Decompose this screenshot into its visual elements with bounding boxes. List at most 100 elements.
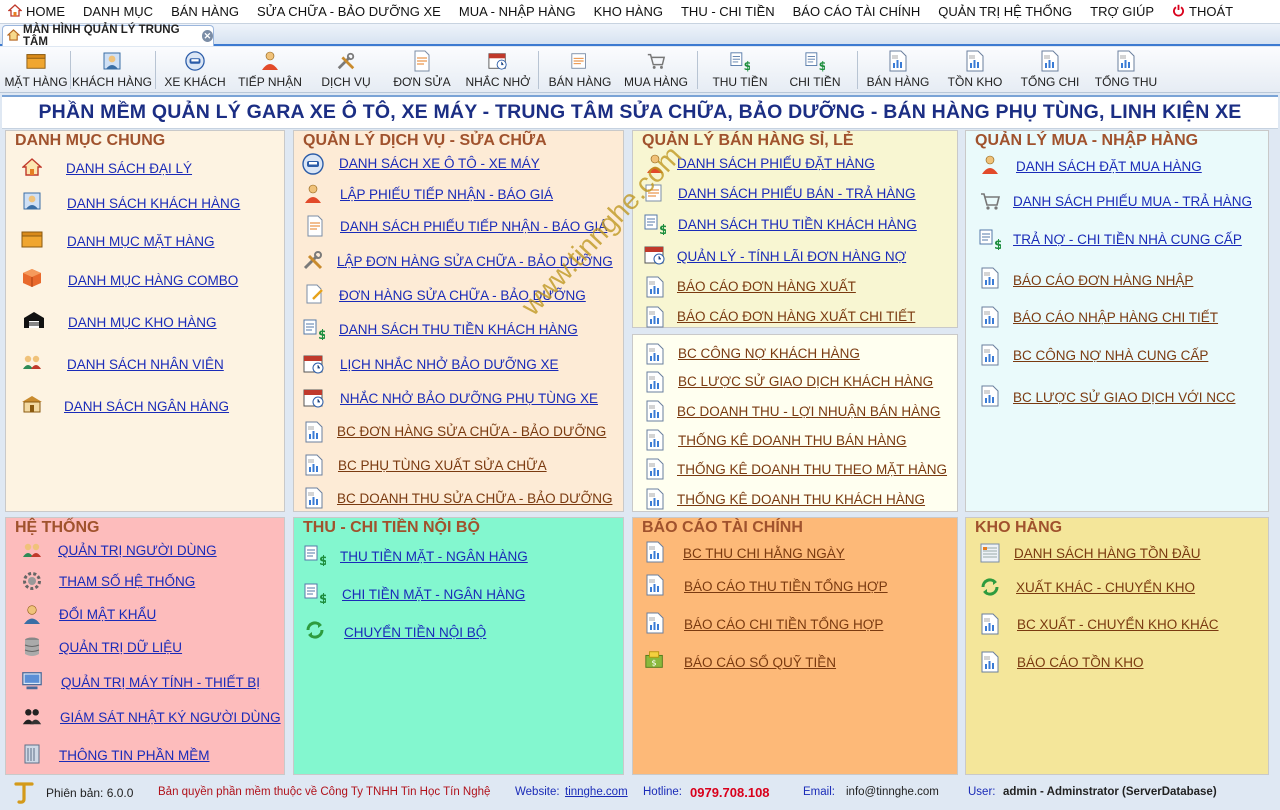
toolbar-nhac-nho-button[interactable]: NHẮC NHỞ: [458, 47, 538, 93]
link-label[interactable]: BÁO CÁO ĐƠN HÀNG XUẤT CHI TIẾT: [677, 309, 915, 324]
link-label[interactable]: DANH SÁCH PHIẾU TIẾP NHẬN - BÁO GIÁ: [340, 219, 607, 234]
menu-mua-nhap[interactable]: MUA - NHẬP HÀNG: [450, 0, 585, 24]
receptionist-icon: [644, 153, 666, 175]
link-label[interactable]: DANH SÁCH XE Ô TÔ - XE MÁY: [339, 156, 540, 171]
toolbar-bao-cao-ban-hang-button[interactable]: BÁN HÀNG: [858, 47, 938, 93]
link-label[interactable]: BÁO CÁO SỔ QUỸ TIỀN: [684, 655, 836, 670]
menu-thoat[interactable]: THOÁT: [1163, 0, 1242, 24]
toolbar-tong-thu-button[interactable]: TỔNG THU: [1086, 47, 1166, 93]
svg-text:$: $: [819, 59, 825, 72]
svg-text:$: $: [651, 658, 656, 668]
link-label[interactable]: GIÁM SÁT NHẬT KÝ NGƯỜI DÙNG: [60, 710, 281, 725]
toolbar-ban-hang-button[interactable]: BÁN HÀNG: [540, 47, 620, 93]
link-label[interactable]: BC XUẤT - CHUYỂN KHO KHÁC: [1017, 617, 1219, 632]
link-label[interactable]: QUẢN TRỊ DỮ LIỆU: [59, 640, 182, 655]
link-label[interactable]: BÁO CÁO ĐƠN HÀNG XUẤT: [677, 279, 856, 294]
link-label[interactable]: LẬP PHIẾU TIẾP NHẬN - BÁO GIÁ: [340, 187, 553, 202]
toolbar-mat-hang-button[interactable]: MẶT HÀNG: [0, 47, 76, 93]
menu-thu-chi[interactable]: THU - CHI TIỀN: [672, 0, 784, 24]
link-label[interactable]: BC CÔNG NỢ KHÁCH HÀNG: [678, 346, 860, 361]
menu-bao-cao[interactable]: BÁO CÁO TÀI CHÍNH: [784, 0, 930, 24]
link-label[interactable]: BÁO CÁO ĐƠN HÀNG NHẬP: [1013, 273, 1193, 288]
link-label[interactable]: DANH SÁCH NGÂN HÀNG: [64, 399, 229, 414]
link-label[interactable]: CHUYỂN TIỀN NỘI BỘ: [344, 625, 486, 640]
panel-title: BÁO CÁO TÀI CHÍNH: [642, 519, 803, 536]
link-label[interactable]: BC THU CHI HẰNG NGÀY: [683, 546, 845, 561]
toolbar-dich-vu-button[interactable]: DỊCH VỤ: [306, 47, 386, 93]
link-label[interactable]: THỐNG KÊ DOANH THU KHÁCH HÀNG: [677, 492, 925, 507]
menu-quan-tri[interactable]: QUẢN TRỊ HỆ THỐNG: [929, 0, 1081, 24]
link-label[interactable]: BC LƯỢC SỬ GIAO DỊCH KHÁCH HÀNG: [678, 374, 933, 389]
link-label[interactable]: QUẢN TRỊ NGƯỜI DÙNG: [58, 543, 217, 558]
link-label[interactable]: DANH SÁCH PHIẾU MUA - TRẢ HÀNG: [1013, 194, 1252, 209]
link-label[interactable]: QUẢN TRỊ MÁY TÍNH - THIẾT BỊ: [61, 675, 260, 690]
menu-sua-chua[interactable]: SỬA CHỮA - BẢO DƯỠNG XE: [248, 0, 450, 24]
toolbar-tong-chi-button[interactable]: TỔNG CHI: [1010, 47, 1090, 93]
link-label[interactable]: BÁO CÁO CHI TIỀN TỔNG HỢP: [684, 617, 883, 632]
link-label[interactable]: LẬP ĐƠN HÀNG SỬA CHỮA - BẢO DƯỠNG: [337, 254, 613, 269]
link-label[interactable]: CHI TIỀN MẶT - NGÂN HÀNG: [342, 587, 525, 602]
tab-main-screen[interactable]: MÀN HÌNH QUẢN LÝ TRUNG TÂM ✕: [2, 24, 214, 48]
link-label[interactable]: THỐNG KÊ DOANH THU THEO MẶT HÀNG: [677, 462, 947, 477]
link-label[interactable]: QUẢN LÝ - TÍNH LÃI ĐƠN HÀNG NỢ: [677, 249, 906, 264]
link-label[interactable]: DANH SÁCH HÀNG TỒN ĐẦU: [1014, 546, 1201, 561]
menu-ban-hang[interactable]: BÁN HÀNG: [162, 0, 248, 24]
report-icon: [979, 306, 1001, 328]
link-label[interactable]: BC DOANH THU SỬA CHỮA - BẢO DƯỠNG: [337, 491, 612, 506]
toolbar-thu-tien-button[interactable]: $ THU TIỀN: [700, 47, 780, 93]
link-label[interactable]: BÁO CÁO THU TIỀN TỔNG HỢP: [684, 579, 888, 594]
link-label[interactable]: BC ĐƠN HÀNG SỬA CHỮA - BẢO DƯỠNG: [337, 424, 606, 439]
toolbar-ton-kho-button[interactable]: TỒN KHO: [935, 47, 1015, 93]
money-icon: $: [730, 51, 750, 72]
link-label[interactable]: DANH MỤC KHO HÀNG: [68, 315, 217, 330]
link-label[interactable]: BC LƯỢC SỬ GIAO DỊCH VỚI NCC: [1013, 390, 1236, 405]
toolbar-don-sua-button[interactable]: ĐƠN SỬA: [382, 47, 462, 93]
menu-danh-muc[interactable]: DANH MỤC: [74, 0, 162, 24]
link-label[interactable]: THỐNG KÊ DOANH THU BÁN HÀNG: [678, 433, 907, 448]
toolbar-xe-khach-button[interactable]: XE KHÁCH: [155, 47, 235, 93]
website-link[interactable]: tinnghe.com: [565, 786, 628, 798]
link-label[interactable]: DANH SÁCH ĐẠI LÝ: [66, 161, 192, 176]
toolbar-chi-tien-button[interactable]: $ CHI TIỀN: [775, 47, 855, 93]
version-label: Phiên bản: 6.0.0: [46, 786, 134, 800]
link-label[interactable]: LỊCH NHẮC NHỞ BẢO DƯỠNG XE: [340, 357, 558, 372]
people-icon: [21, 539, 43, 561]
link-label[interactable]: DANH SÁCH THU TIỀN KHÁCH HÀNG: [339, 322, 578, 337]
link-label[interactable]: BC PHỤ TÙNG XUẤT SỬA CHỮA: [338, 458, 547, 473]
link-label[interactable]: BC CÔNG NỢ NHÀ CUNG CẤP: [1013, 348, 1208, 363]
link-label[interactable]: DANH MỤC MẶT HÀNG: [67, 234, 215, 249]
panel-he_thong: HỆ THỐNG QUẢN TRỊ NGƯỜI DÙNG THAM SỐ HỆ TH…: [5, 517, 285, 775]
link-label[interactable]: TRẢ NỢ - CHI TIỀN NHÀ CUNG CẤP: [1013, 232, 1242, 247]
close-icon[interactable]: ✕: [201, 30, 213, 42]
link-label[interactable]: DANH SÁCH PHIẾU ĐẶT HÀNG: [677, 156, 875, 171]
link-label[interactable]: ĐỔI MẬT KHẨU: [59, 607, 156, 622]
link-label[interactable]: BÁO CÁO NHẬP HÀNG CHI TIẾT: [1013, 310, 1218, 325]
link-label[interactable]: DANH MỤC HÀNG COMBO: [68, 273, 238, 288]
link-label[interactable]: THAM SỐ HỆ THỐNG: [59, 574, 195, 589]
link-label[interactable]: THÔNG TIN PHẦN MỀM: [59, 748, 210, 763]
link-label[interactable]: DANH SÁCH NHÂN VIÊN: [67, 357, 224, 372]
status-bar: Phiên bản: 6.0.0 Bản quyền phần mềm thuộ…: [0, 778, 1280, 810]
link-label[interactable]: DANH SÁCH ĐẶT MUA HÀNG: [1016, 159, 1202, 174]
toolbar-mua-hang-button[interactable]: MUA HÀNG: [616, 47, 696, 93]
link-label[interactable]: ĐƠN HÀNG SỬA CHỮA - BẢO DƯỠNG: [339, 288, 586, 303]
db-icon: [21, 636, 43, 658]
link-label[interactable]: NHẮC NHỞ BẢO DƯỠNG PHỤ TÙNG XE: [340, 391, 598, 406]
link-label[interactable]: BÁO CÁO TỒN KHO: [1017, 655, 1144, 670]
toolbar-label: TỒN KHO: [947, 75, 1003, 89]
link-label[interactable]: THU TIỀN MẶT - NGÂN HÀNG: [340, 549, 528, 564]
link-label[interactable]: XUẤT KHÁC - CHUYỂN KHO: [1016, 580, 1195, 595]
report-icon: [644, 574, 666, 596]
toolbar-khach-hang-button[interactable]: KHÁCH HÀNG: [72, 47, 152, 93]
link-label[interactable]: DANH SÁCH PHIẾU BÁN - TRẢ HÀNG: [678, 186, 916, 201]
link-label[interactable]: DANH SÁCH THU TIỀN KHÁCH HÀNG: [678, 217, 917, 232]
menu-home[interactable]: HOME: [0, 0, 74, 24]
menu-tro-giup[interactable]: TRỢ GIÚP: [1081, 0, 1163, 24]
menu-bar: HOME DANH MỤC BÁN HÀNG SỬA CHỮA - BẢO DƯ…: [0, 0, 1280, 24]
toolbar-tiep-nhan-button[interactable]: TIẾP NHẬN: [230, 47, 310, 93]
link-label[interactable]: DANH SÁCH KHÁCH HÀNG: [67, 196, 240, 211]
toolbar-label: NHẮC NHỞ: [465, 75, 531, 89]
money-icon: $: [979, 228, 1001, 250]
link-label[interactable]: BC DOANH THU - LỢI NHUẬN BÁN HÀNG: [677, 404, 940, 419]
menu-kho-hang[interactable]: KHO HÀNG: [585, 0, 672, 24]
